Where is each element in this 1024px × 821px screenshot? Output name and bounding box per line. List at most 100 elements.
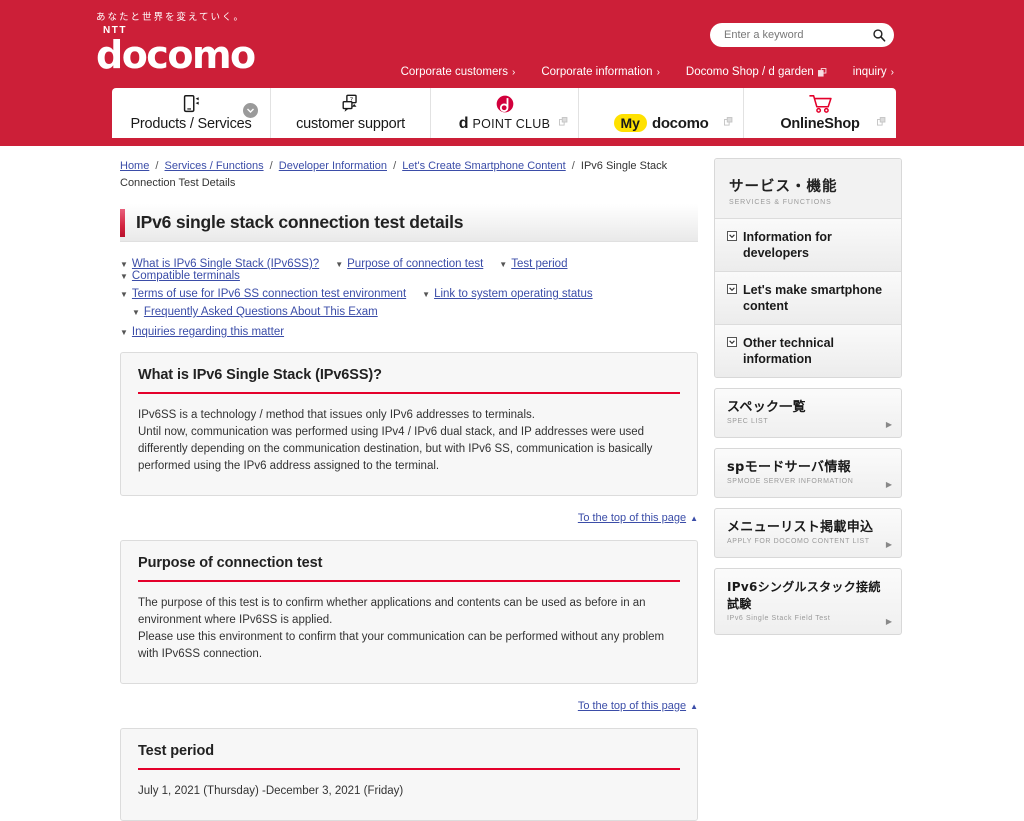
triangle-down-icon: ▼ (120, 260, 128, 269)
anchor-row: ▼ What is IPv6 Single Stack (IPv6SS)? ▼ … (120, 258, 698, 282)
util-link-docomo-shop[interactable]: Docomo Shop / d garden (686, 66, 827, 78)
sidebar-card-spec-list[interactable]: スペック一覧 SPEC LIST ▶ (714, 388, 902, 438)
breadcrumb-item-smartphone-content[interactable]: Let's Create Smartphone Content (402, 160, 566, 172)
util-link-label: Corporate customers (400, 66, 508, 78)
anchor-purpose-of-connection-test[interactable]: ▼ Purpose of connection test (335, 258, 483, 270)
to-top-link[interactable]: To the top of this page ▲ (578, 512, 698, 524)
to-top-row: To the top of this page ▲ (120, 508, 698, 526)
nav-item-products-services[interactable]: Products / Services (112, 88, 270, 138)
util-link-corporate-information[interactable]: Corporate information › (541, 66, 660, 78)
util-link-inquiry[interactable]: inquiry › (853, 66, 894, 78)
triangle-down-icon: ▼ (499, 260, 508, 269)
sidebar-item-make-smartphone-content[interactable]: Let's make smartphone content (715, 271, 901, 324)
triangle-right-icon: ▶ (885, 617, 892, 626)
sidebar-panel-title-ja: サービス・機能 (729, 179, 838, 195)
section-paragraph: IPv6SS is a technology / method that iss… (138, 409, 535, 421)
anchor-inquiries[interactable]: ▼ Inquiries regarding this matter (120, 326, 284, 338)
to-top-label: To the top of this page (577, 512, 687, 524)
sidebar-panel-title-en: SERVICES & FUNCTIONS (729, 199, 832, 206)
nav-item-label: docomo (651, 114, 709, 132)
triangle-right-icon: ▶ (885, 480, 892, 489)
breadcrumb-item-services-functions[interactable]: Services / Functions (165, 160, 264, 172)
breadcrumb-item-developer-information[interactable]: Developer Information (279, 160, 387, 172)
nav-item-customer-support[interactable]: ? customer support (270, 88, 430, 138)
anchor-label: What is IPv6 Single Stack (IPv6SS)? (131, 258, 320, 270)
nav-item-label: Products / Services (130, 116, 252, 132)
anchor-faq[interactable]: ▼ Frequently Asked Questions About This … (132, 306, 378, 318)
section-purpose-of-connection-test: Purpose of connection test The purpose o… (120, 540, 698, 684)
util-link-label: Docomo Shop / d garden (685, 66, 814, 78)
search-icon[interactable] (872, 28, 886, 42)
chevron-right-icon: › (890, 66, 894, 78)
my-badge-label: My (613, 114, 647, 132)
anchor-terms-of-use[interactable]: ▼ Terms of use for IPv6 SS connection te… (120, 288, 406, 300)
section-body: The purpose of this test is to confirm w… (138, 595, 680, 663)
nav-item-d-point-club[interactable]: d POINT CLUB (430, 88, 578, 138)
anchor-row: ▼ Inquiries regarding this matter (120, 326, 698, 338)
site-header: あなたと世界を変えていく。 NTT docomo Corporate custo… (0, 0, 1024, 146)
triangle-right-icon: ▶ (885, 540, 892, 549)
sidebar-item-other-technical-information[interactable]: Other technical information (715, 324, 901, 377)
anchor-compatible-terminals[interactable]: ▼ Compatible terminals (120, 270, 240, 282)
anchor-system-operating-status[interactable]: ▼ Link to system operating status (422, 288, 592, 300)
anchor-label: Frequently Asked Questions About This Ex… (143, 306, 378, 318)
sidebar-item-information-for-developers[interactable]: Information for developers (715, 218, 901, 271)
breadcrumb: Home / Services / Functions / Developer … (120, 158, 698, 192)
d-point-logo-icon (495, 93, 515, 115)
anchor-label: Inquiries regarding this matter (131, 326, 285, 338)
chevron-right-icon: › (656, 66, 660, 78)
sidebar-item-label: Let's make smartphone content (743, 283, 883, 313)
anchor-test-period[interactable]: ▼ Test period (499, 258, 567, 270)
anchor-label: Compatible terminals (131, 270, 240, 282)
breadcrumb-separator: / (393, 160, 397, 172)
anchor-label: Terms of use for IPv6 SS connection test… (131, 288, 407, 300)
nav-item-label: OnlineShop (780, 116, 860, 132)
nav-item-label: customer support (296, 116, 405, 132)
external-link-icon (559, 117, 568, 126)
anchor-label: Link to system operating status (434, 288, 593, 300)
sidebar-card-title-ja: メニューリスト掲載申込 (727, 520, 874, 535)
triangle-down-icon: ▼ (132, 308, 140, 317)
util-link-corporate-customers[interactable]: Corporate customers › (401, 66, 516, 78)
search-box[interactable] (710, 23, 894, 47)
triangle-down-icon: ▼ (422, 290, 431, 299)
sidebar-card-title-en: SPEC LIST (727, 418, 769, 425)
title-accent-bar (120, 208, 125, 237)
external-link-icon (724, 117, 733, 126)
sidebar-item-label: Information for developers (743, 230, 832, 260)
page-title-banner: IPv6 single stack connection test detail… (120, 204, 698, 242)
sidebar-item-label: Other technical information (743, 336, 834, 366)
search-input[interactable] (724, 29, 872, 41)
sidebar-card-spmode-server-information[interactable]: spモードサーバ情報 SPMODE SERVER INFORMATION ▶ (714, 448, 902, 498)
sidebar-card-title-ja: IPv6シングルスタック接続試験 (727, 580, 881, 611)
anchor-row: ▼ Frequently Asked Questions About This … (120, 306, 698, 318)
external-link-icon (877, 117, 886, 126)
to-top-row: To the top of this page ▲ (120, 696, 698, 714)
section-paragraph: July 1, 2021 (Thursday) -December 3, 202… (138, 785, 404, 797)
to-top-label: To the top of this page (577, 700, 687, 712)
chevron-down-icon[interactable] (243, 103, 258, 118)
sidebar-card-title-en: APPLY FOR DOCOMO CONTENT LIST (727, 538, 870, 545)
main-navigation: Products / Services ? customer support d… (112, 88, 896, 138)
brand-tagline: あなたと世界を変えていく。 (96, 12, 246, 23)
triangle-down-icon: ▼ (120, 328, 128, 337)
smartphone-icon (180, 93, 202, 115)
sidebar-card-ipv6-single-stack-field-test[interactable]: IPv6シングルスタック接続試験 IPv6 Single Stack Field… (714, 568, 902, 635)
breadcrumb-item-home[interactable]: Home (120, 160, 149, 172)
triangle-right-icon: ▶ (885, 420, 892, 429)
breadcrumb-separator: / (269, 160, 273, 172)
page-title: IPv6 single stack connection test detail… (136, 212, 464, 232)
breadcrumb-separator: / (571, 160, 575, 172)
anchor-what-is-ipv6ss[interactable]: ▼ What is IPv6 Single Stack (IPv6SS)? (120, 258, 319, 270)
main-content-column: Home / Services / Functions / Developer … (120, 158, 698, 821)
section-heading: Purpose of connection test (138, 555, 680, 582)
sidebar-card-apply-content-list[interactable]: メニューリスト掲載申込 APPLY FOR DOCOMO CONTENT LIS… (714, 508, 902, 558)
anchor-label: Purpose of connection test (347, 258, 484, 270)
nav-item-online-shop[interactable]: OnlineShop (743, 88, 896, 138)
sidebar-panel-services: サービス・機能 SERVICES & FUNCTIONS Information… (714, 158, 902, 378)
section-heading: What is IPv6 Single Stack (IPv6SS)? (138, 367, 680, 394)
to-top-link[interactable]: To the top of this page ▲ (578, 700, 698, 712)
nav-item-my-docomo[interactable]: My docomo (578, 88, 743, 138)
sidebar-panel-header: サービス・機能 SERVICES & FUNCTIONS (715, 159, 901, 218)
section-what-is-ipv6ss: What is IPv6 Single Stack (IPv6SS)? IPv6… (120, 352, 698, 496)
